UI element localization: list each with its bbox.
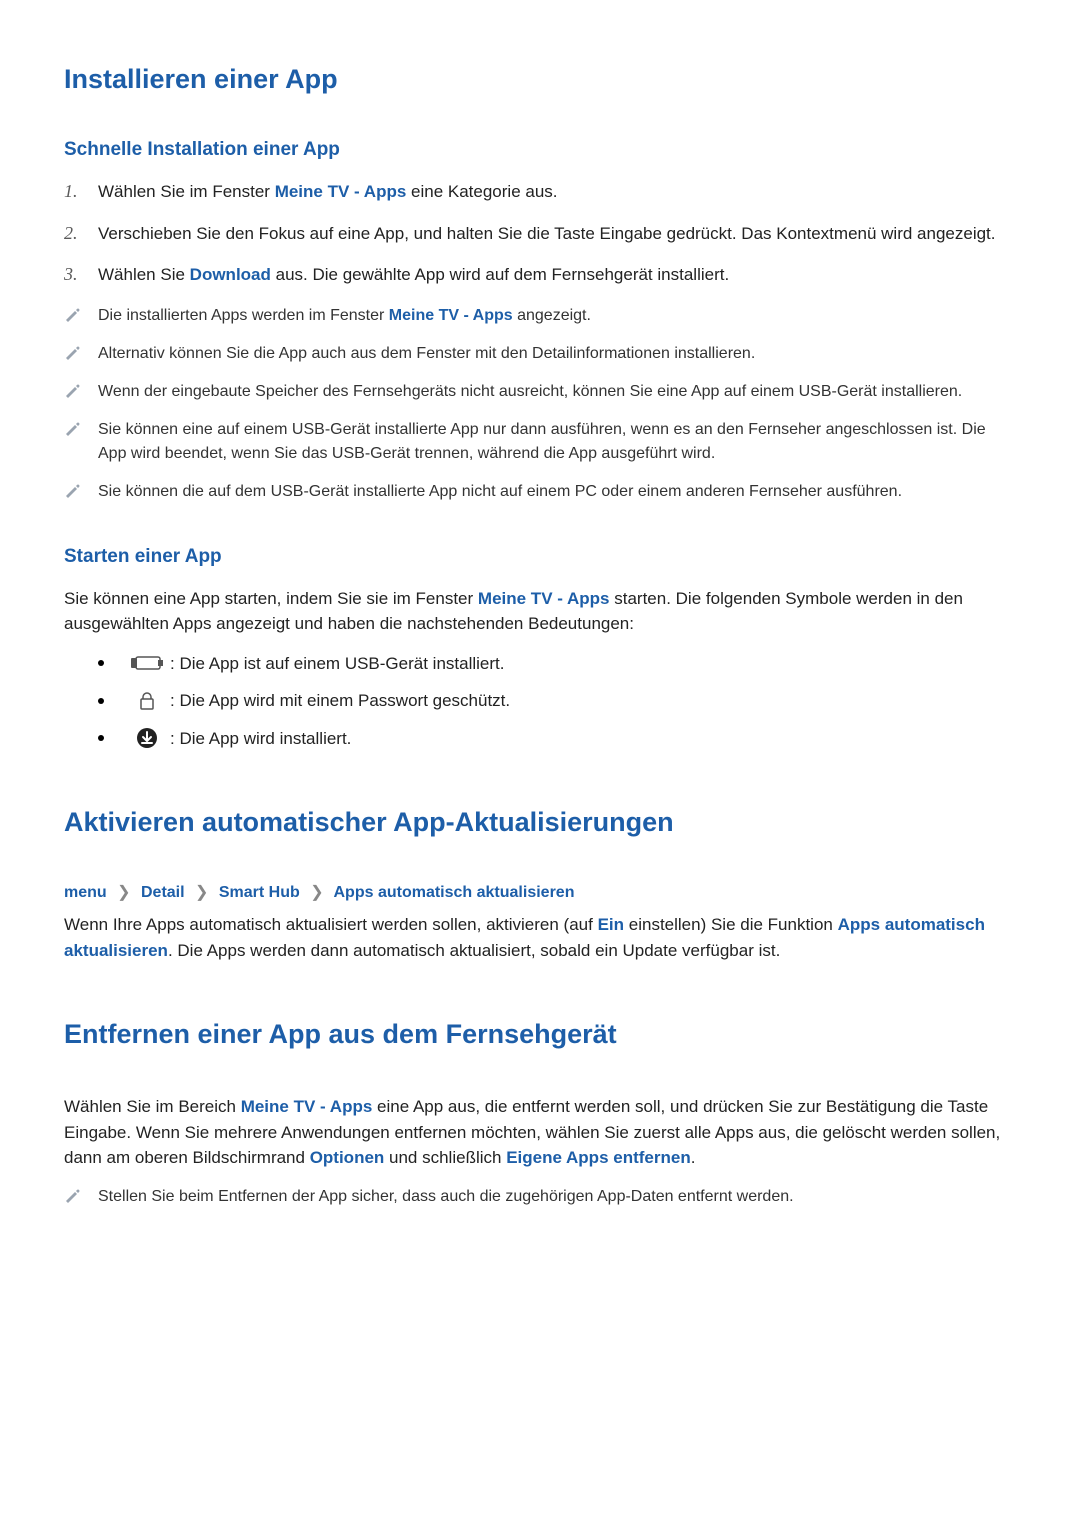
inline-ref-meine-tv-apps: Meine TV - Apps	[389, 307, 513, 324]
note-item: Sie können eine auf einem USB-Gerät inst…	[64, 418, 1016, 466]
pencil-icon	[64, 304, 98, 327]
legend-item: : Die App wird mit einem Passwort geschü…	[64, 688, 1016, 714]
paragraph: Sie können eine App starten, indem Sie s…	[64, 586, 1016, 637]
note-text: Sie können eine auf einem USB-Gerät inst…	[98, 418, 1016, 466]
bullet-icon	[98, 735, 104, 741]
inline-ref-meine-tv-apps: Meine TV - Apps	[478, 589, 610, 608]
step-number: 1.	[64, 179, 98, 203]
step-number: 2.	[64, 221, 98, 245]
pencil-icon	[64, 1185, 98, 1208]
note-list: Die installierten Apps werden im Fenster…	[64, 304, 1016, 504]
heading-auto-update: Aktivieren automatischer App-Aktualisier…	[64, 807, 1016, 838]
breadcrumb-item: menu	[64, 884, 107, 901]
breadcrumb-item: Apps automatisch aktualisieren	[334, 884, 575, 901]
note-list: Stellen Sie beim Entfernen der App siche…	[64, 1185, 1016, 1209]
bullet-icon	[98, 698, 104, 704]
step-text: Wählen Sie im Fenster Meine TV - Apps ei…	[98, 179, 558, 205]
lock-icon	[130, 691, 164, 711]
inline-ref-meine-tv-apps: Meine TV - Apps	[275, 182, 407, 201]
list-item: 1. Wählen Sie im Fenster Meine TV - Apps…	[64, 179, 1016, 205]
inline-ref-meine-tv-apps: Meine TV - Apps	[241, 1097, 373, 1116]
note-item: Die installierten Apps werden im Fenster…	[64, 304, 1016, 328]
heading-remove-app: Entfernen einer App aus dem Fernsehgerät	[64, 1019, 1016, 1050]
document-page: Installieren einer App Schnelle Installa…	[0, 0, 1080, 1527]
subsection-quick-install: Schnelle Installation einer App 1. Wähle…	[64, 139, 1016, 504]
note-text: Stellen Sie beim Entfernen der App siche…	[98, 1185, 794, 1209]
legend-text: : Die App wird mit einem Passwort geschü…	[170, 688, 510, 714]
breadcrumb-item: Smart Hub	[219, 884, 300, 901]
ordered-list-steps: 1. Wählen Sie im Fenster Meine TV - Apps…	[64, 179, 1016, 288]
heading-quick-install: Schnelle Installation einer App	[64, 139, 1016, 161]
pencil-icon	[64, 342, 98, 365]
download-icon	[130, 727, 164, 749]
chevron-right-icon: ❯	[310, 884, 323, 901]
breadcrumb: menu ❯ Detail ❯ Smart Hub ❯ Apps automat…	[64, 882, 1016, 902]
pencil-icon	[64, 480, 98, 503]
legend-item: : Die App wird installiert.	[64, 726, 1016, 752]
heading-install-app: Installieren einer App	[64, 64, 1016, 95]
inline-ref-download: Download	[190, 265, 271, 284]
subsection-start-app: Starten einer App Sie können eine App st…	[64, 546, 1016, 752]
icon-legend-list: : Die App ist auf einem USB-Gerät instal…	[64, 651, 1016, 752]
bullet-icon	[98, 660, 104, 666]
paragraph: Wenn Ihre Apps automatisch aktualisiert …	[64, 912, 1016, 963]
step-text: Wählen Sie Download aus. Die gewählte Ap…	[98, 262, 729, 288]
list-item: 2. Verschieben Sie den Fokus auf eine Ap…	[64, 221, 1016, 247]
legend-item: : Die App ist auf einem USB-Gerät instal…	[64, 651, 1016, 677]
note-item: Sie können die auf dem USB-Gerät install…	[64, 480, 1016, 504]
chevron-right-icon: ❯	[117, 884, 130, 901]
chevron-right-icon: ❯	[195, 884, 208, 901]
legend-text: : Die App ist auf einem USB-Gerät instal…	[170, 651, 504, 677]
note-item: Wenn der eingebaute Speicher des Fernseh…	[64, 380, 1016, 404]
note-text: Sie können die auf dem USB-Gerät install…	[98, 480, 902, 504]
inline-ref-ein: Ein	[598, 915, 624, 934]
inline-ref-optionen: Optionen	[310, 1148, 385, 1167]
note-item: Stellen Sie beim Entfernen der App siche…	[64, 1185, 1016, 1209]
breadcrumb-item: Detail	[141, 884, 185, 901]
note-text: Wenn der eingebaute Speicher des Fernseh…	[98, 380, 962, 404]
usb-icon	[130, 655, 164, 671]
note-text: Die installierten Apps werden im Fenster…	[98, 304, 591, 328]
note-item: Alternativ können Sie die App auch aus d…	[64, 342, 1016, 366]
legend-text: : Die App wird installiert.	[170, 726, 351, 752]
pencil-icon	[64, 418, 98, 441]
pencil-icon	[64, 380, 98, 403]
step-number: 3.	[64, 262, 98, 286]
step-text: Verschieben Sie den Fokus auf eine App, …	[98, 221, 996, 247]
heading-start-app: Starten einer App	[64, 546, 1016, 568]
inline-ref-eigene-apps-entfernen: Eigene Apps entfernen	[506, 1148, 691, 1167]
paragraph: Wählen Sie im Bereich Meine TV - Apps ei…	[64, 1094, 1016, 1171]
note-text: Alternativ können Sie die App auch aus d…	[98, 342, 755, 366]
list-item: 3. Wählen Sie Download aus. Die gewählte…	[64, 262, 1016, 288]
